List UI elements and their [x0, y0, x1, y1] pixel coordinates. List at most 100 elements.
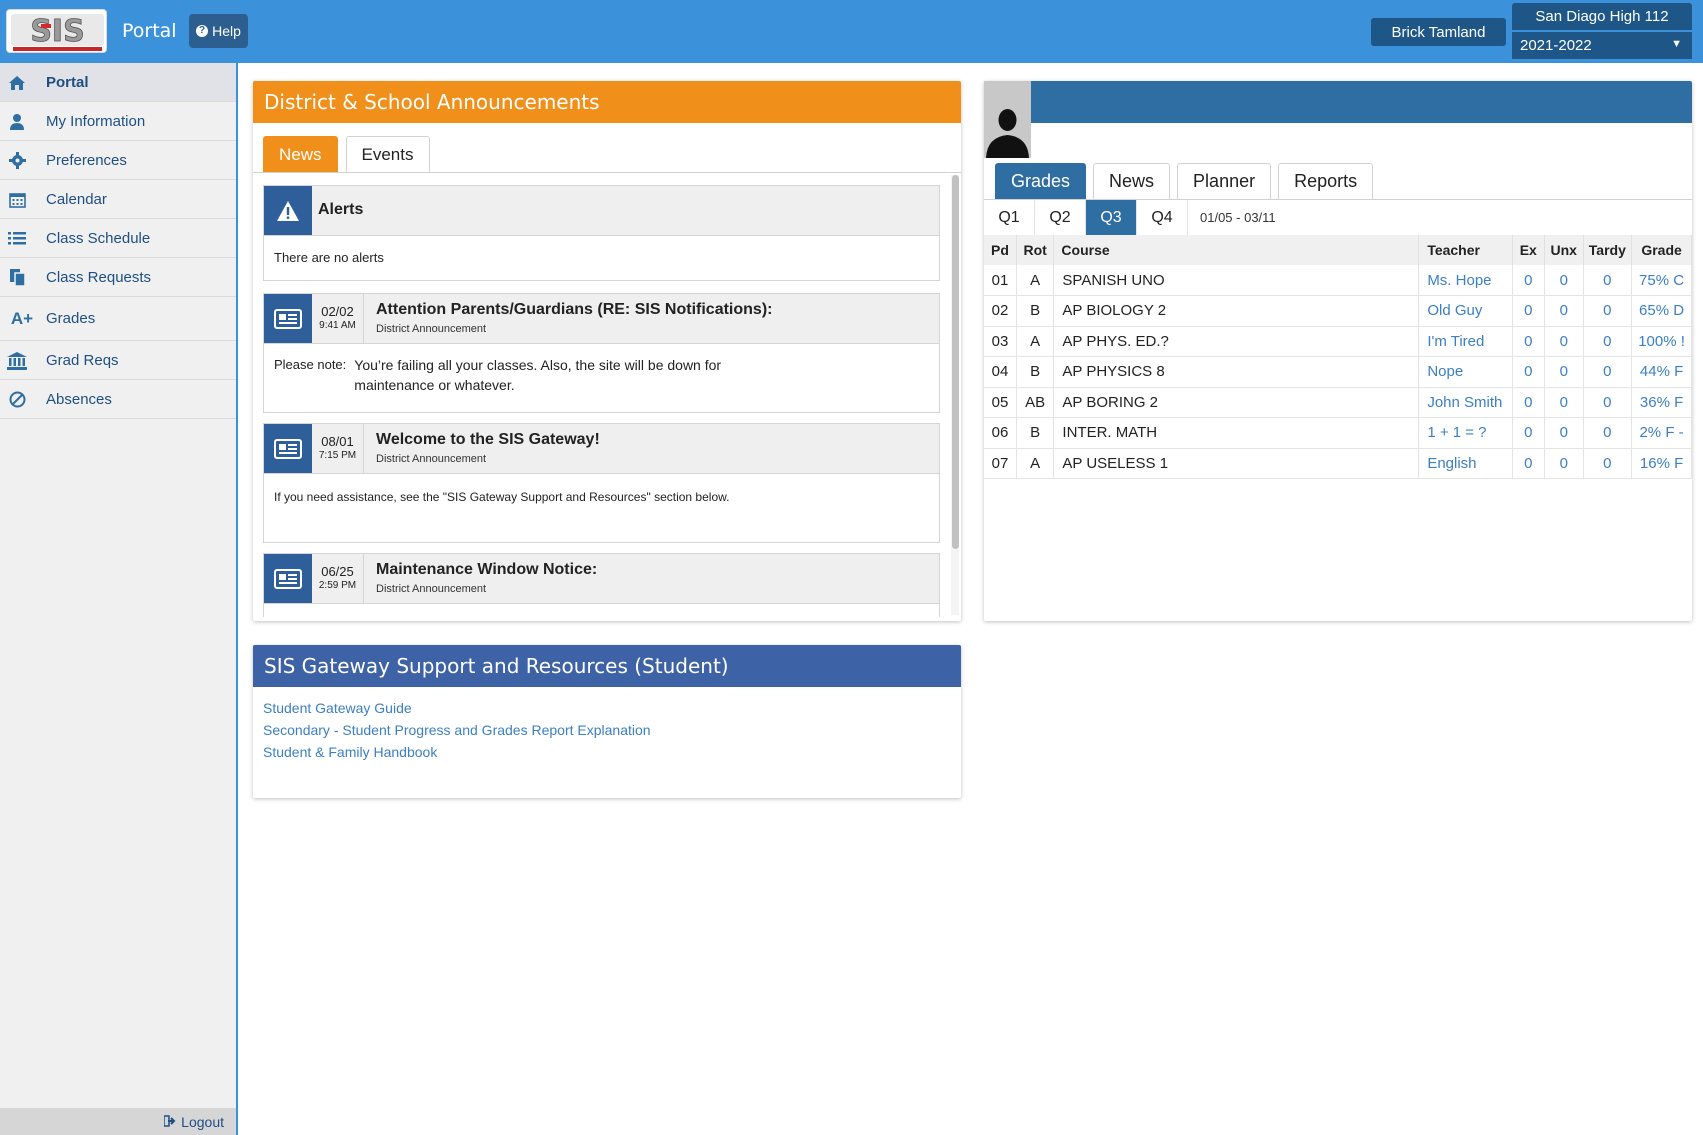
student-avatar[interactable] — [984, 81, 1031, 158]
support-link-gateway-guide[interactable]: Student Gateway Guide — [263, 697, 951, 719]
cell-rot: AB — [1016, 387, 1055, 418]
cell-grade-link[interactable]: 75% C — [1631, 265, 1692, 296]
home-icon — [6, 63, 28, 102]
quarter-q1[interactable]: Q1 — [984, 200, 1035, 235]
support-link-grades-report-explanation[interactable]: Secondary - Student Progress and Grades … — [263, 719, 951, 741]
cell-teacher-link[interactable]: Nope — [1418, 356, 1513, 388]
tab-planner[interactable]: Planner — [1177, 163, 1272, 199]
cell-ex-link[interactable]: 0 — [1512, 417, 1545, 449]
sidebar-item-my-information[interactable]: My Information — [0, 102, 236, 141]
sidebar-item-portal[interactable]: Portal — [0, 63, 236, 102]
cell-teacher-link[interactable]: 1 + 1 = ? — [1418, 417, 1513, 449]
sis-logo[interactable]: SIS — [6, 9, 107, 53]
column-header-tardy[interactable]: Tardy — [1583, 235, 1633, 265]
column-header-pd[interactable]: Pd — [984, 235, 1017, 265]
tab-reports[interactable]: Reports — [1278, 163, 1374, 199]
cell-unx-link[interactable]: 0 — [1544, 326, 1584, 357]
cell-rot: B — [1016, 417, 1055, 449]
sidebar-item-preferences[interactable]: Preferences — [0, 141, 236, 180]
cell-course: AP PHYSICS 8 — [1053, 356, 1420, 388]
tab-events[interactable]: Events — [345, 136, 430, 172]
tab-news[interactable]: News — [263, 136, 338, 172]
column-header-teacher[interactable]: Teacher — [1418, 235, 1513, 265]
cell-grade-link[interactable]: 100% ! — [1631, 326, 1692, 357]
school-year-select[interactable]: 2021-2022 ▼ — [1512, 32, 1692, 59]
cell-teacher-link[interactable]: English — [1418, 448, 1513, 479]
sidebar-item-label: Class Schedule — [46, 229, 151, 247]
announcements-scrollbar[interactable] — [951, 175, 959, 615]
newspaper-icon — [264, 554, 312, 603]
announcement-card: 02/02 9:41 AM Attention Parents/Guardian… — [263, 293, 940, 413]
announcements-title: District & School Announcements — [253, 81, 961, 123]
cell-tardy-link[interactable]: 0 — [1583, 387, 1633, 418]
announcements-list[interactable]: Alerts There are no alerts 02/02 9:41 AM… — [263, 185, 940, 617]
school-year-value: 2021-2022 — [1520, 37, 1592, 54]
sidebar-item-class-requests[interactable]: Class Requests — [0, 258, 236, 297]
cell-unx-link[interactable]: 0 — [1544, 356, 1584, 388]
cell-tardy-link[interactable]: 0 — [1583, 265, 1633, 296]
alerts-body: There are no alerts — [274, 250, 384, 265]
logout-button[interactable]: Logout — [0, 1108, 236, 1135]
cell-ex-link[interactable]: 0 — [1512, 448, 1545, 479]
column-header-rot[interactable]: Rot — [1016, 235, 1055, 265]
announcement-subtitle: District Announcement — [376, 453, 487, 465]
sidebar-item-absences[interactable]: Absences — [0, 380, 236, 419]
support-link-family-handbook[interactable]: Student & Family Handbook — [263, 741, 951, 763]
sidebar-item-grad-reqs[interactable]: Grad Reqs — [0, 341, 236, 380]
cell-unx-link[interactable]: 0 — [1544, 417, 1584, 449]
cell-teacher-link[interactable]: Ms. Hope — [1418, 265, 1513, 296]
cell-ex-link[interactable]: 0 — [1512, 356, 1545, 388]
tab-grades[interactable]: Grades — [995, 163, 1087, 199]
quarter-q3[interactable]: Q3 — [1086, 200, 1137, 235]
cell-teacher-link[interactable]: John Smith — [1418, 387, 1513, 418]
column-header-grade[interactable]: Grade — [1631, 235, 1692, 265]
user-icon — [6, 102, 28, 141]
cell-grade-link[interactable]: 16% F — [1631, 448, 1692, 479]
cell-ex-link[interactable]: 0 — [1512, 265, 1545, 296]
cell-tardy-link[interactable]: 0 — [1583, 326, 1633, 357]
column-header-unx[interactable]: Unx — [1544, 235, 1584, 265]
help-button[interactable]: ? Help — [189, 14, 248, 48]
student-header-bar — [1031, 81, 1692, 123]
quarter-q4[interactable]: Q4 — [1137, 200, 1188, 235]
school-name[interactable]: San Diago High 112 — [1512, 3, 1692, 30]
announcement-header: 08/01 7:15 PM Welcome to the SIS Gateway… — [264, 424, 939, 474]
sidebar-item-class-schedule[interactable]: Class Schedule — [0, 219, 236, 258]
user-name-button[interactable]: Brick Tamland — [1371, 18, 1506, 46]
cell-teacher-link[interactable]: Old Guy — [1418, 295, 1513, 327]
cell-tardy-link[interactable]: 0 — [1583, 448, 1633, 479]
sidebar-item-label: Grades — [46, 310, 96, 327]
portal-title: Portal — [122, 20, 177, 42]
quarter-q2[interactable]: Q2 — [1035, 200, 1086, 235]
cell-grade-link[interactable]: 65% D — [1631, 295, 1692, 327]
cell-course: AP PHYS. ED.? — [1053, 326, 1420, 357]
cell-tardy-link[interactable]: 0 — [1583, 356, 1633, 388]
cell-ex-link[interactable]: 0 — [1512, 326, 1545, 357]
scrollbar-thumb[interactable] — [952, 175, 959, 549]
sidebar-item-calendar[interactable]: Calendar — [0, 180, 236, 219]
cell-unx-link[interactable]: 0 — [1544, 387, 1584, 418]
alerts-card: Alerts There are no alerts — [263, 185, 940, 281]
cell-unx-link[interactable]: 0 — [1544, 295, 1584, 327]
cell-ex-link[interactable]: 0 — [1512, 387, 1545, 418]
cell-course: AP BORING 2 — [1053, 387, 1420, 418]
announcement-header: 02/02 9:41 AM Attention Parents/Guardian… — [264, 294, 939, 344]
tab-news[interactable]: News — [1093, 163, 1171, 199]
announcement-date-day: 06/25 — [321, 564, 354, 579]
cell-grade-link[interactable]: 36% F — [1631, 387, 1692, 418]
sidebar-item-grades[interactable]: A+ Grades — [0, 297, 236, 341]
column-header-course[interactable]: Course — [1053, 235, 1420, 265]
institution-icon — [6, 341, 28, 380]
cell-teacher-link[interactable]: I'm Tired — [1418, 326, 1513, 357]
cell-tardy-link[interactable]: 0 — [1583, 295, 1633, 327]
cell-unx-link[interactable]: 0 — [1544, 265, 1584, 296]
cell-unx-link[interactable]: 0 — [1544, 448, 1584, 479]
column-header-ex[interactable]: Ex — [1512, 235, 1545, 265]
table-row: 04 B AP PHYSICS 8 Nope 0 0 0 44% F — [984, 356, 1692, 388]
alerts-title: Alerts — [318, 201, 364, 218]
announcements-tabs: News Events — [263, 136, 430, 172]
cell-ex-link[interactable]: 0 — [1512, 295, 1545, 327]
cell-grade-link[interactable]: 44% F — [1631, 356, 1692, 388]
cell-grade-link[interactable]: 2% F - — [1631, 417, 1692, 449]
cell-tardy-link[interactable]: 0 — [1583, 417, 1633, 449]
